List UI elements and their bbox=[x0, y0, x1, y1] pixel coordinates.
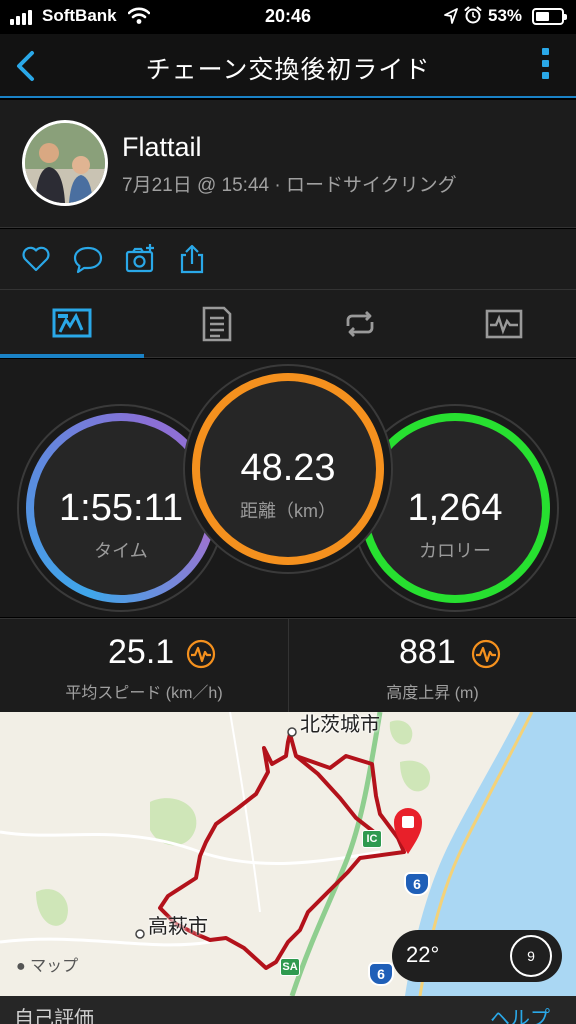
distance-value: 48.23 bbox=[240, 447, 336, 489]
page-title: チェーン交換後初ライド bbox=[145, 56, 431, 84]
alarm-icon bbox=[464, 6, 482, 24]
avg-speed-stat: 25.1 平均スピード (km／h) bbox=[0, 619, 288, 713]
tab-laps[interactable] bbox=[288, 290, 432, 358]
back-button[interactable] bbox=[8, 46, 44, 86]
elevation-stat: 881 高度上昇 (m) bbox=[288, 619, 576, 713]
battery-icon bbox=[532, 8, 567, 25]
time-label: タイム bbox=[94, 541, 148, 561]
wind-dial-icon: 9 bbox=[510, 935, 552, 977]
dot-icon bbox=[541, 48, 549, 55]
park-area bbox=[36, 889, 68, 926]
temperature: 22° bbox=[406, 942, 440, 967]
performance-icon bbox=[471, 639, 501, 669]
activity-owner: Flattail 7月21日 @ 15:44 · ロードサイクリング bbox=[0, 100, 576, 228]
elevation-label: 高度上昇 (m) bbox=[386, 685, 479, 702]
tab-details[interactable] bbox=[144, 290, 288, 358]
more-options-button[interactable] bbox=[538, 48, 552, 84]
time-value: 1:55:11 bbox=[59, 487, 183, 529]
self-evaluation-title: 自己評価 bbox=[14, 1008, 94, 1024]
self-evaluation-section: 自己評価 ヘルプ bbox=[0, 996, 576, 1024]
activity-header: チェーン交換後初ライド bbox=[0, 34, 576, 98]
activity-date-type: 7月21日 @ 15:44 · ロードサイクリング bbox=[122, 175, 457, 196]
avg-speed-label: 平均スピード (km／h) bbox=[65, 685, 223, 702]
route-line bbox=[294, 754, 376, 834]
status-bar: SoftBank 20:46 53% bbox=[0, 0, 576, 34]
laps-icon bbox=[346, 311, 374, 337]
park-area bbox=[150, 798, 197, 846]
summary-rings: 1:55:11 タイム 1,264 カロリー 48.23 距離（km） bbox=[0, 359, 576, 617]
apple-logo-icon: ● bbox=[16, 958, 31, 975]
activity-tabs bbox=[0, 290, 576, 358]
tab-graphs[interactable] bbox=[432, 290, 576, 358]
location-arrow-icon bbox=[444, 8, 458, 24]
distance-label: 距離（km） bbox=[240, 501, 336, 521]
help-link[interactable]: ヘルプ bbox=[490, 1002, 550, 1024]
social-actions bbox=[0, 229, 576, 290]
park-area bbox=[389, 720, 413, 745]
camera-add-icon[interactable] bbox=[124, 243, 156, 275]
city-marker bbox=[287, 727, 297, 737]
route-6-badge: 6 bbox=[368, 962, 394, 986]
road bbox=[0, 937, 211, 947]
graph-icon bbox=[485, 309, 523, 339]
sa-badge: SA bbox=[280, 958, 300, 976]
city-marker bbox=[135, 929, 145, 939]
ic-badge: IC bbox=[362, 830, 382, 848]
user-name[interactable]: Flattail bbox=[122, 132, 202, 163]
time-ring: 1:55:11 タイム bbox=[26, 413, 216, 603]
avatar[interactable] bbox=[22, 120, 108, 206]
route-map[interactable]: 北茨城市 高萩市 IC SA 6 6 ● マップ 22° 9 bbox=[0, 712, 576, 996]
tab-overview[interactable] bbox=[0, 290, 144, 358]
distance-ring: 48.23 距離（km） bbox=[192, 373, 384, 565]
battery-percent: 53% bbox=[488, 6, 523, 25]
heart-icon[interactable] bbox=[20, 243, 52, 275]
dot-icon bbox=[541, 60, 549, 67]
dot-icon bbox=[541, 72, 549, 79]
details-icon bbox=[202, 306, 232, 342]
city-label-takahagi: 高萩市 bbox=[148, 916, 208, 938]
elevation-value: 881 bbox=[399, 633, 456, 671]
calories-label: カロリー bbox=[419, 541, 491, 561]
battery-level bbox=[536, 12, 549, 21]
park-area bbox=[400, 760, 431, 792]
overview-icon bbox=[52, 308, 92, 338]
share-icon[interactable] bbox=[176, 243, 208, 275]
apple-maps-attribution: ● マップ bbox=[16, 952, 78, 976]
secondary-stats: 25.1 平均スピード (km／h) 881 高度上昇 (m) bbox=[0, 618, 576, 713]
avatar-photo bbox=[25, 123, 105, 203]
performance-icon bbox=[186, 639, 216, 669]
comment-icon[interactable] bbox=[72, 243, 104, 275]
weather-widget: 22° 9 bbox=[392, 930, 562, 982]
apple-maps-label: マップ bbox=[30, 958, 79, 975]
city-label-kitaibaraki: 北茨城市 bbox=[300, 714, 380, 736]
calories-value: 1,264 bbox=[407, 487, 503, 529]
finish-pin bbox=[394, 808, 422, 854]
avg-speed-value: 25.1 bbox=[108, 633, 175, 671]
calories-ring: 1,264 カロリー bbox=[360, 413, 550, 603]
route-6-badge: 6 bbox=[404, 872, 430, 896]
wind-speed: 9 bbox=[527, 948, 535, 964]
